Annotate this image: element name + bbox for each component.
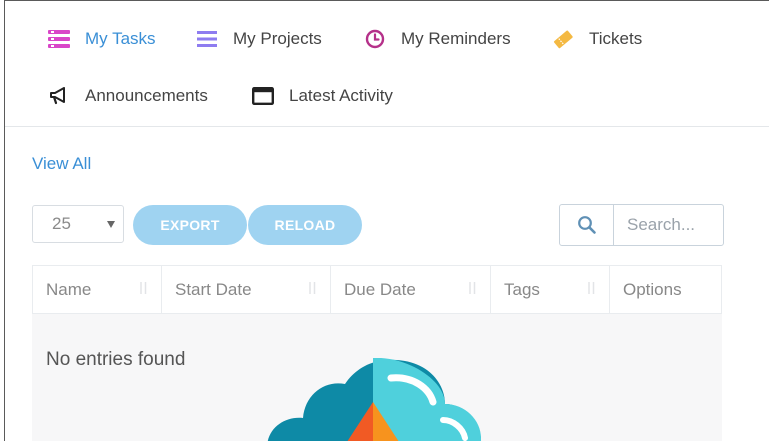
tab-my-projects[interactable]: My Projects — [196, 24, 322, 54]
tab-label: My Tasks — [85, 29, 156, 48]
reload-button[interactable]: RELOAD — [248, 205, 362, 245]
ticket-icon — [552, 28, 574, 50]
empty-table-message: No entries found — [46, 349, 186, 370]
tasks-icon — [48, 28, 70, 50]
empty-state-cloud-illustration — [267, 358, 481, 441]
column-header-due-date[interactable]: Due Date — [331, 266, 491, 313]
projects-icon — [196, 28, 218, 50]
megaphone-icon — [48, 85, 70, 107]
column-header-label: Start Date — [175, 279, 252, 299]
search-input[interactable] — [614, 205, 723, 245]
search-icon[interactable] — [560, 205, 614, 245]
column-header-label: Name — [46, 279, 92, 299]
column-header-options: Options — [610, 266, 721, 313]
column-header-label: Options — [623, 279, 682, 299]
column-header-label: Tags — [504, 279, 540, 299]
search-box — [559, 204, 724, 246]
tab-tickets[interactable]: Tickets — [552, 24, 642, 54]
column-header-tags[interactable]: Tags — [491, 266, 610, 313]
column-header-start-date[interactable]: Start Date — [162, 266, 331, 313]
tab-announcements[interactable]: Announcements — [48, 81, 208, 111]
sort-icon — [140, 282, 147, 294]
sort-icon — [469, 282, 476, 294]
view-all-link[interactable]: View All — [32, 154, 91, 174]
window-icon — [252, 85, 274, 107]
chevron-down-icon — [107, 221, 115, 228]
column-header-name[interactable]: Name — [33, 266, 162, 313]
tab-label: Announcements — [85, 86, 208, 105]
table-body: No entries found — [32, 314, 722, 441]
widget-tabs: My Tasks My Projects My Reminders Ticket… — [5, 1, 769, 127]
tab-my-reminders[interactable]: My Reminders — [364, 24, 511, 54]
tab-latest-activity[interactable]: Latest Activity — [252, 81, 393, 111]
tab-label: Latest Activity — [289, 86, 393, 105]
dashboard-widget: My Tasks My Projects My Reminders Ticket… — [0, 0, 769, 441]
page-length-value: 25 — [52, 214, 71, 233]
sort-icon — [588, 282, 595, 294]
tab-label: Tickets — [589, 29, 643, 48]
sort-icon — [309, 282, 316, 294]
tab-label: My Projects — [233, 29, 322, 48]
frame-border-left-lower — [4, 126, 5, 441]
column-header-label: Due Date — [344, 279, 416, 299]
tab-my-tasks[interactable]: My Tasks — [48, 24, 156, 54]
clock-icon — [364, 28, 386, 50]
table-header: Name Start Date Due Date Tags Options — [32, 265, 722, 314]
tab-label: My Reminders — [401, 29, 511, 48]
page-length-select[interactable]: 25 — [32, 205, 124, 243]
export-button[interactable]: EXPORT — [133, 205, 247, 245]
